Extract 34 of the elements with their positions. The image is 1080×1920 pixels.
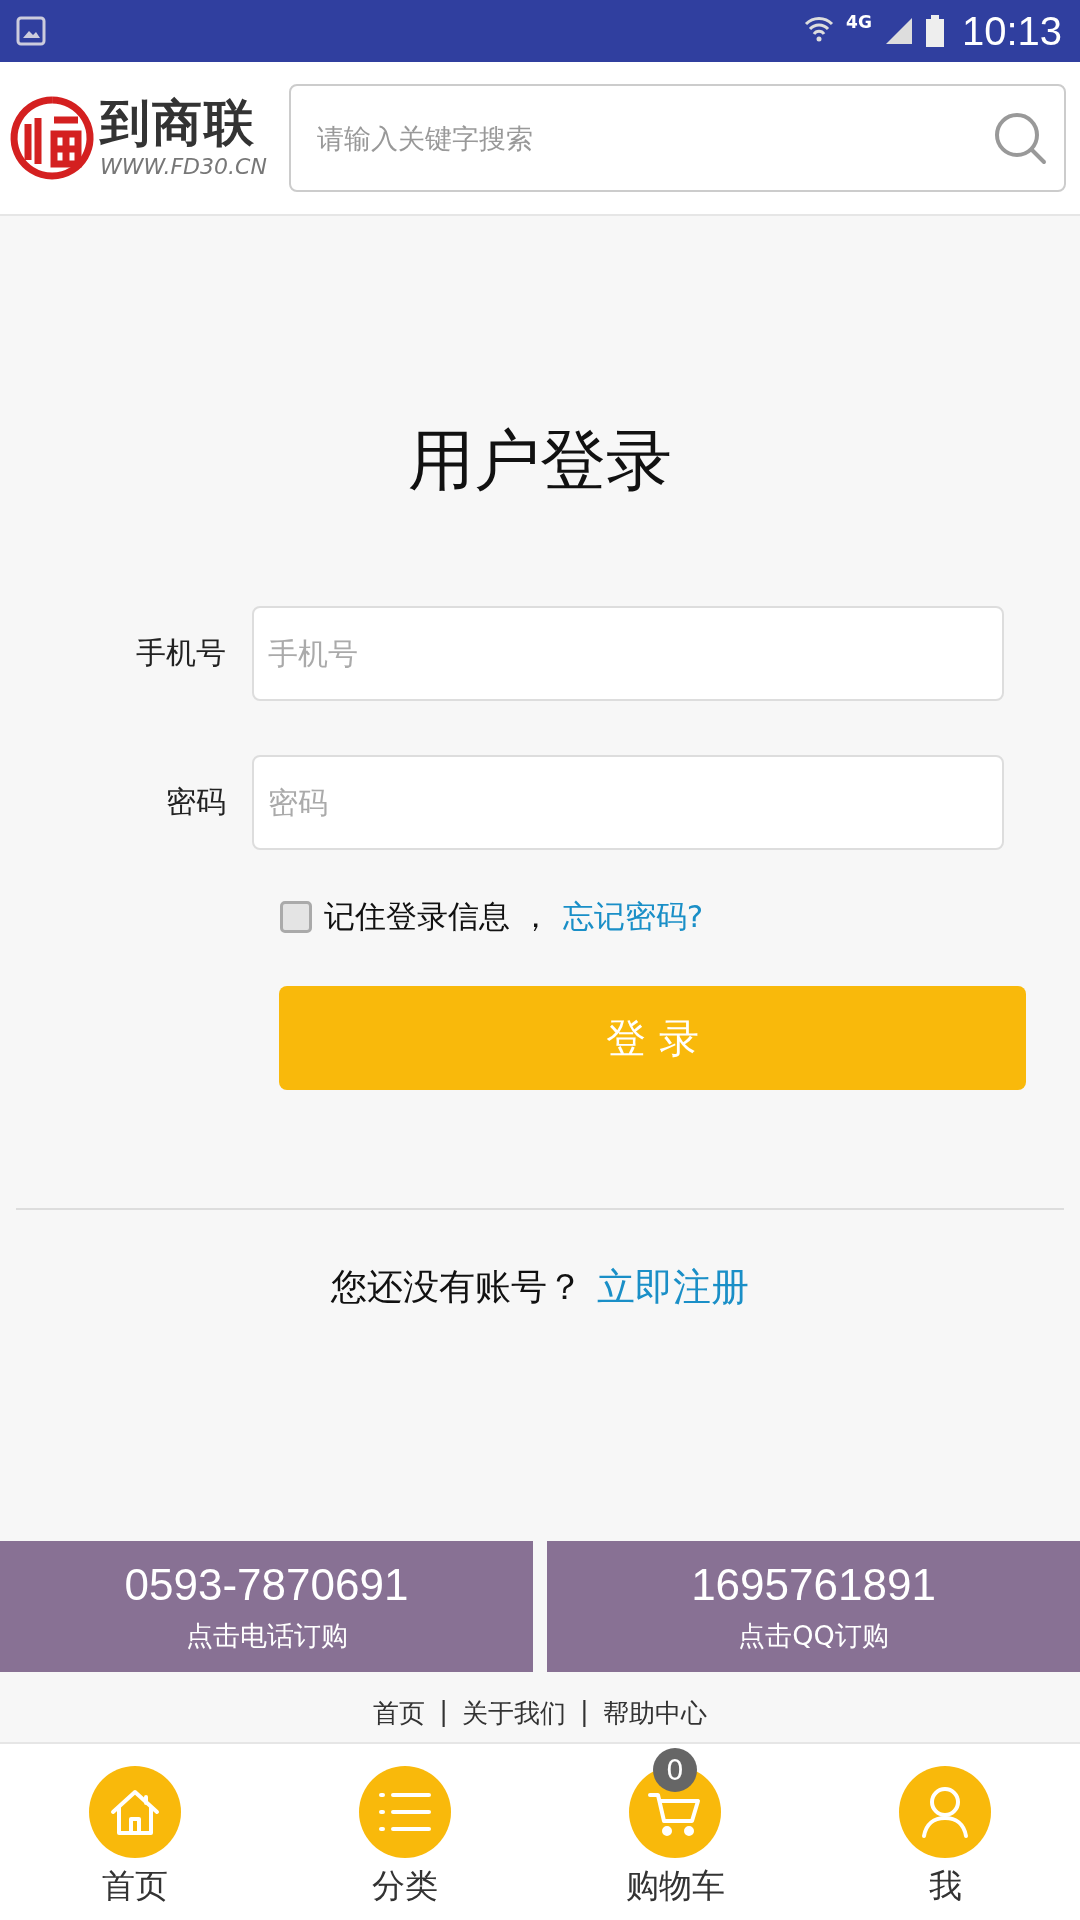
contact-card[interactable]: 1695761891 点击QQ订购: [547, 1541, 1080, 1672]
input-field[interactable]: 密码: [252, 755, 1004, 850]
nav-item[interactable]: 首页: [0, 1744, 270, 1920]
user-icon: [919, 1784, 971, 1840]
logo-name: 到商联: [100, 97, 257, 148]
search-icon[interactable]: [992, 110, 1048, 166]
link-separator: |: [439, 1696, 448, 1729]
logo-url: WWW.FD30.CN: [100, 153, 267, 179]
register-prompt: 您还没有账号？: [331, 1265, 583, 1309]
nav-item[interactable]: 分类: [270, 1744, 540, 1920]
contact-number: 1695761891: [691, 1559, 936, 1610]
contact-caption: 点击QQ订购: [738, 1618, 889, 1653]
battery-icon: [925, 15, 944, 47]
footer-link[interactable]: 关于我们: [462, 1696, 566, 1731]
field-label: 手机号: [135, 634, 227, 672]
contact-caption: 点击电话订购: [185, 1618, 348, 1653]
nav-item[interactable]: 我: [810, 1744, 1080, 1920]
contact-card[interactable]: 0593-7870691 点击电话订购: [0, 1541, 533, 1672]
field-label: 密码: [165, 783, 227, 821]
clock: 10:13: [961, 8, 1062, 54]
search-field[interactable]: 请输入关键字搜索: [288, 84, 1066, 192]
remember-checkbox[interactable]: [280, 901, 312, 933]
footer-link[interactable]: 首页: [373, 1696, 426, 1731]
input-field[interactable]: 手机号: [252, 606, 1004, 701]
network-type: 4G: [846, 12, 872, 32]
page-title: 用户登录: [407, 421, 673, 501]
link-separator: |: [580, 1696, 589, 1729]
cart-count-badge: 0: [653, 1748, 697, 1792]
nav-item[interactable]: 0 购物车: [540, 1744, 810, 1920]
image-icon: [16, 16, 46, 46]
contact-number: 0593-7870691: [124, 1559, 409, 1610]
footer-link[interactable]: 帮助中心: [602, 1696, 707, 1731]
logo-icon: [8, 94, 96, 182]
remember-label: 记住登录信息 ，: [324, 897, 551, 936]
